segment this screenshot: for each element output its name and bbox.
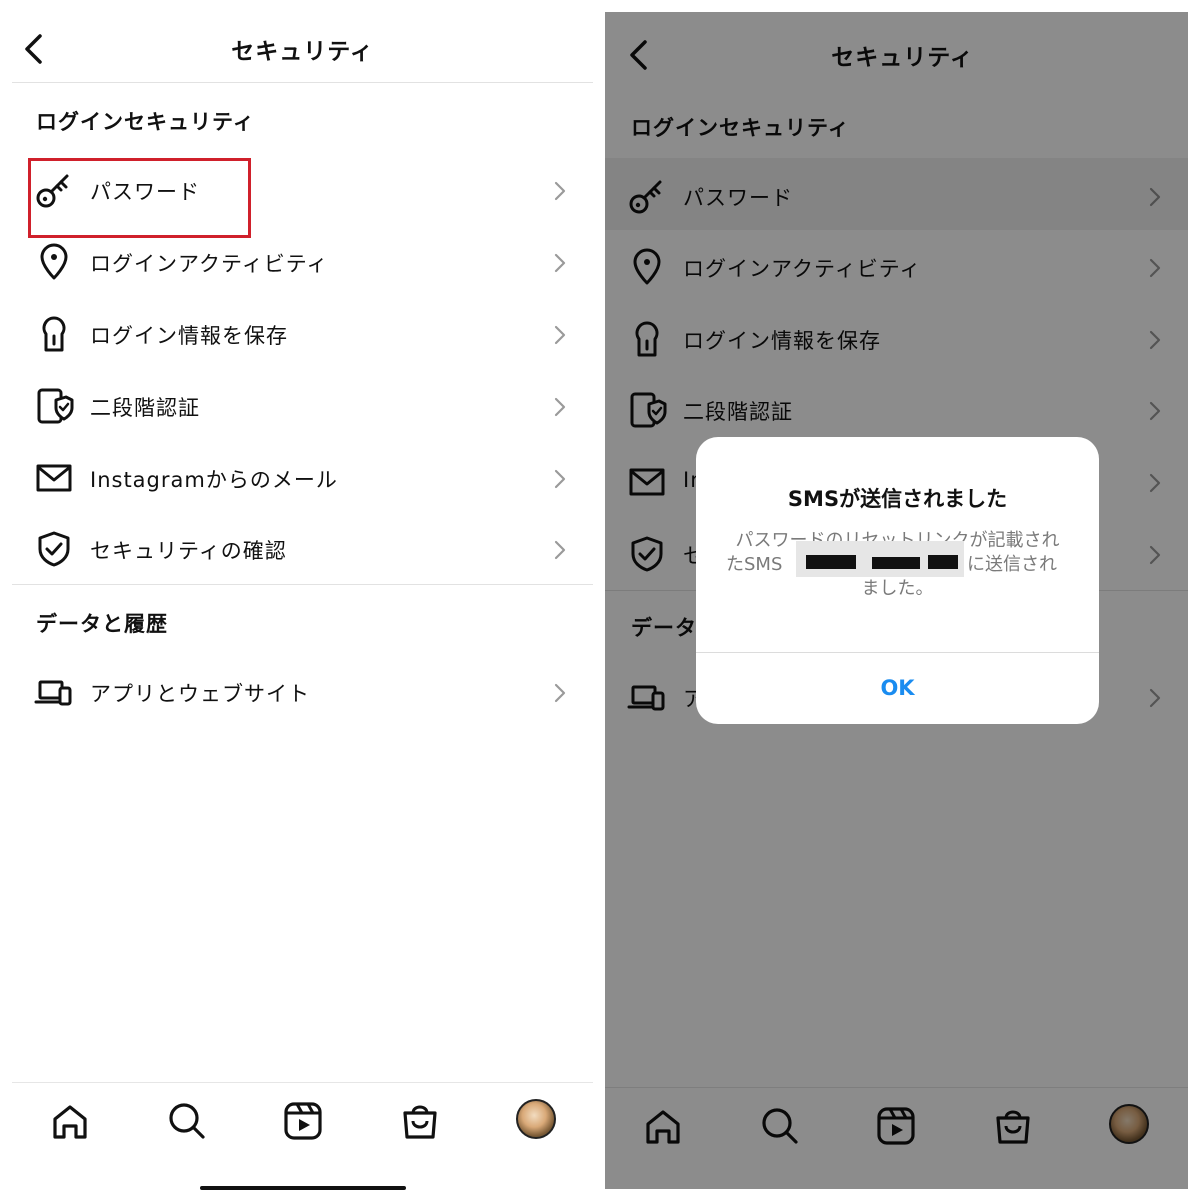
profile-avatar[interactable] [516, 1099, 556, 1139]
search-icon[interactable] [165, 1099, 209, 1143]
devices-icon [34, 680, 72, 706]
row-security-checkup[interactable]: セキュリティの確認 [12, 513, 593, 585]
redaction-mask [806, 555, 856, 569]
chevron-right-icon [554, 181, 566, 201]
phone-shield-icon [37, 388, 74, 424]
row-label-apps-websites: アプリとウェブサイト [90, 682, 310, 706]
section-divider [12, 584, 593, 585]
home-indicator [200, 1186, 406, 1190]
redaction-mask [928, 555, 958, 569]
frame-edge [605, 0, 1200, 12]
shield-check-icon [38, 531, 70, 567]
page-title: セキュリティ [231, 39, 374, 65]
row-label-login-activity: ログインアクティビティ [90, 252, 329, 276]
chevron-right-icon [554, 397, 566, 417]
row-label-saved-login-info: ログイン情報を保存 [90, 324, 288, 348]
shop-icon[interactable] [398, 1099, 442, 1143]
redaction-mask [872, 557, 920, 569]
row-two-factor[interactable]: 二段階認証 [12, 370, 593, 442]
header-divider [12, 82, 593, 83]
row-emails-from-instagram[interactable]: Instagramからのメール [12, 442, 593, 514]
row-label-emails: Instagramからのメール [90, 468, 338, 492]
highlight-box [28, 158, 251, 238]
left-screen: セキュリティ ログインセキュリティ パスワード ログインアクティビティ ログイン… [0, 0, 605, 1200]
dialog-title: SMSが送信されました [787, 487, 1008, 511]
chevron-right-icon [554, 469, 566, 489]
chevron-right-icon [554, 540, 566, 560]
frame-edge [1188, 0, 1200, 1200]
chevron-right-icon [554, 683, 566, 703]
location-pin-icon [40, 243, 68, 280]
reels-icon[interactable] [281, 1099, 325, 1143]
ok-button[interactable]: OK [696, 653, 1099, 724]
row-label-security-checkup: セキュリティの確認 [90, 539, 287, 563]
dialog-message-suffix: に送信され [967, 554, 1057, 575]
header: セキュリティ [0, 14, 605, 82]
row-label-two-factor: 二段階認証 [90, 396, 200, 420]
frame-edge [605, 1189, 1200, 1200]
dialog-message-line: ました。 [861, 578, 934, 599]
home-icon[interactable] [48, 1099, 92, 1143]
chevron-right-icon [554, 253, 566, 273]
chevron-right-icon [554, 325, 566, 345]
keyhole-icon [42, 316, 66, 352]
sms-sent-dialog: SMSが送信されました パスワードのリセットリンクが記載され たSMS に送信さ… [696, 437, 1099, 724]
row-saved-login-info[interactable]: ログイン情報を保存 [12, 298, 593, 370]
right-screen: セキュリティ ログインセキュリティ パスワード ログインアクティビティ ログイン… [605, 0, 1200, 1200]
section-title-data-history: データと履歴 [36, 612, 168, 636]
section-title-login-security: ログインセキュリティ [36, 110, 255, 134]
dialog-message-prefix: たSMS [726, 554, 783, 575]
tab-bar [12, 1082, 593, 1178]
row-apps-websites[interactable]: アプリとウェブサイト [12, 656, 593, 728]
mail-icon [36, 464, 72, 492]
